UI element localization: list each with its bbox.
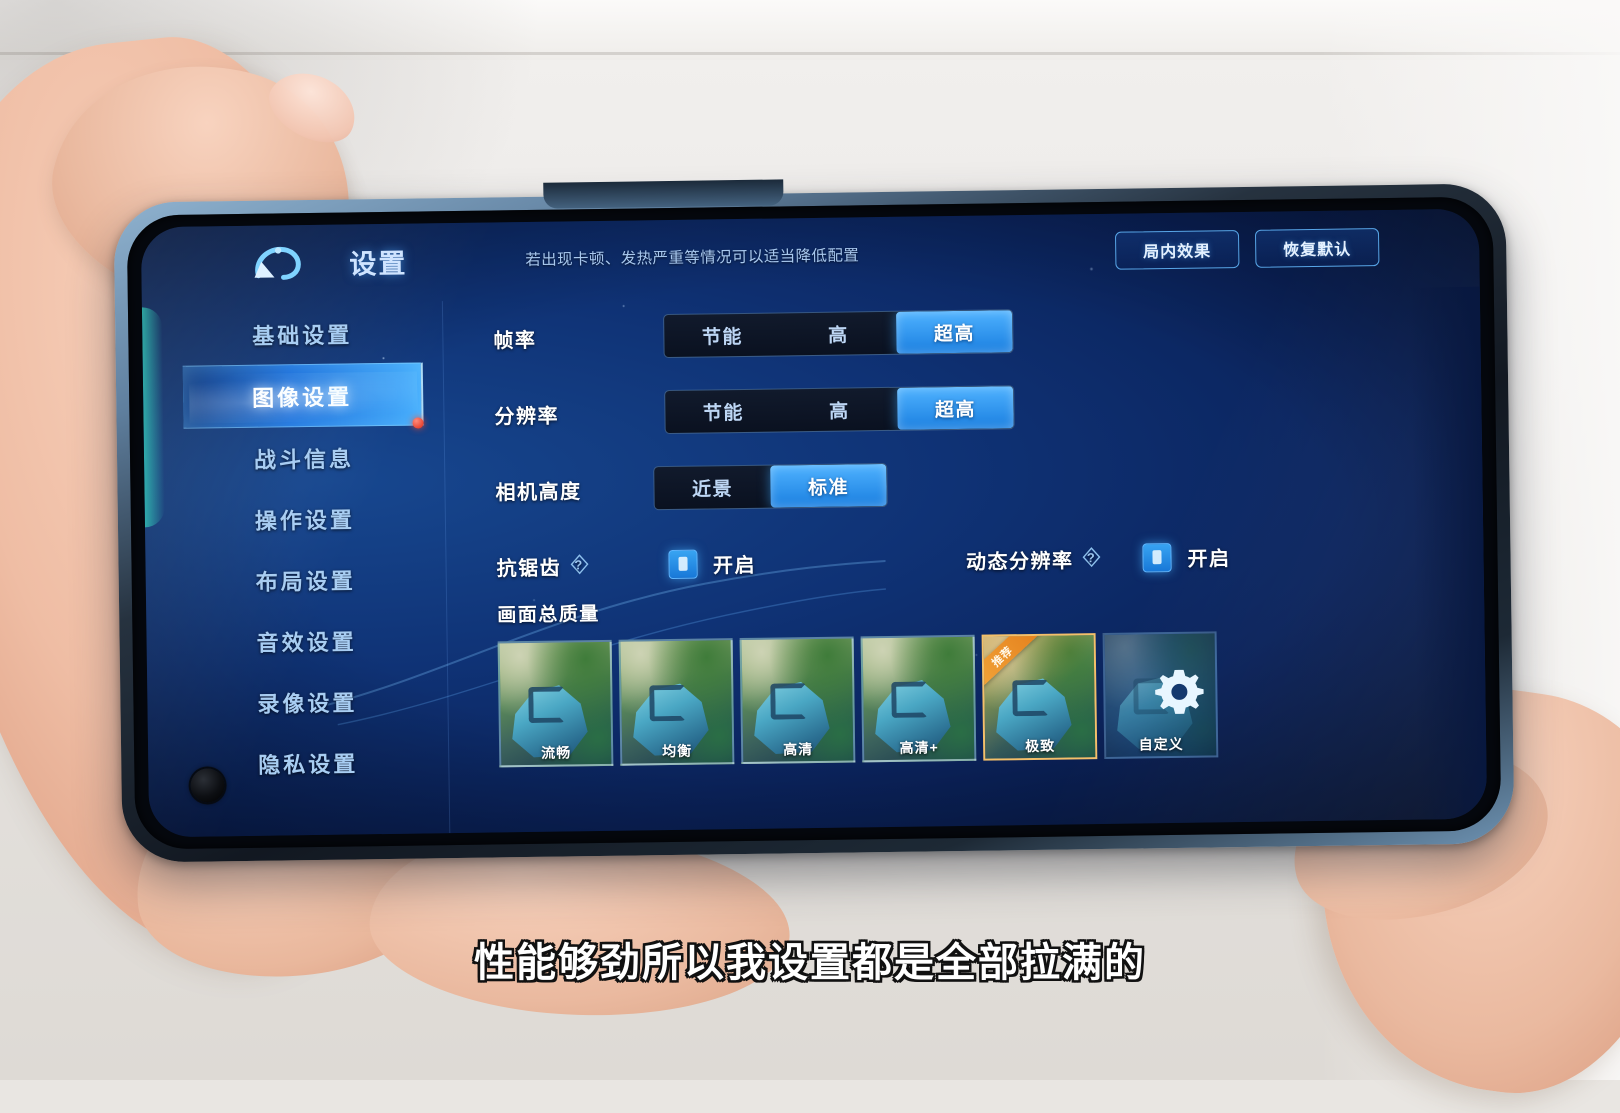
setting-row-resolution: 分辨率 节能 高 超高 <box>444 375 1482 441</box>
sidebar-item-label: 隐私设置 <box>258 750 359 778</box>
sidebar-item-label: 图像设置 <box>252 383 353 411</box>
thumbnail-hero-mark <box>649 684 686 722</box>
header-actions: 局内效果 恢复默认 <box>1114 228 1380 270</box>
video-subtitle: 性能够劲所以我设置都是全部拉满的 <box>474 941 1146 985</box>
settings-header: 设置 若出现卡顿、发热严重等情况可以适当降低配置 局内效果 恢复默认 <box>141 209 1480 302</box>
dynamic-resolution-label-group: 动态分辨率 ? <box>966 543 1103 574</box>
resolution-option-eco[interactable]: 节能 <box>665 389 782 433</box>
settings-content-panel: 帧率 节能 高 超高 分辨率 节能 高 超高 相机高度 近景 标准 抗锯齿 ? … <box>441 286 1488 834</box>
in-game-effects-button[interactable]: 局内效果 <box>1114 230 1240 270</box>
sidebar-item-controls[interactable]: 操作设置 <box>184 486 425 550</box>
thumbnail-hero-mark <box>770 683 807 720</box>
help-glyph: ? <box>1086 549 1097 565</box>
sidebar-item-label: 基础设置 <box>252 321 353 349</box>
setting-row-camera-height: 相机高度 近景 标准 <box>445 451 1483 517</box>
thumbnail-hero-mark <box>1012 679 1049 717</box>
sidebar-item-label: 操作设置 <box>254 506 356 534</box>
camera-height-label: 相机高度 <box>495 480 582 504</box>
phone-bezel: 设置 若出现卡顿、发热严重等情况可以适当降低配置 局内效果 恢复默认 基础设置 … <box>126 196 1502 850</box>
sidebar-item-layout[interactable]: 布局设置 <box>185 547 426 611</box>
sidebar-item-basic[interactable]: 基础设置 <box>182 301 423 365</box>
anti-aliasing-label: 抗锯齿 <box>496 557 562 580</box>
game-settings-ui: 设置 若出现卡顿、发热严重等情况可以适当降低配置 局内效果 恢复默认 基础设置 … <box>141 209 1488 838</box>
dynamic-resolution-label: 动态分辨率 <box>965 549 1074 574</box>
phone-top-connector <box>543 179 784 209</box>
overall-quality-label: 画面总质量 <box>497 604 600 627</box>
anti-aliasing-checkbox-group[interactable]: 开启 <box>667 548 757 579</box>
page-title: 设置 <box>349 248 408 279</box>
sidebar-item-recording[interactable]: 录像设置 <box>187 669 428 733</box>
quality-card-smooth[interactable]: 流畅 <box>497 639 614 768</box>
settings-hint-text: 若出现卡顿、发热严重等情况可以适当降低配置 <box>525 247 860 270</box>
phone-screen[interactable]: 设置 若出现卡顿、发热严重等情况可以适当降低配置 局内效果 恢复默认 基础设置 … <box>140 208 1488 838</box>
setting-row-frame-rate: 帧率 节能 高 超高 <box>443 299 1481 365</box>
sidebar-item-label: 音效设置 <box>256 628 357 656</box>
camera-height-option-standard[interactable]: 标准 <box>770 463 887 508</box>
quality-card-custom[interactable]: 自定义 <box>1102 631 1219 759</box>
quality-card-label: 自定义 <box>1138 735 1184 753</box>
thumbnail-hero-mark <box>891 681 928 718</box>
sidebar-item-battle-info[interactable]: 战斗信息 <box>184 425 425 489</box>
resolution-option-high[interactable]: 高 <box>781 388 898 432</box>
frame-rate-segmented-control[interactable]: 节能 高 超高 <box>663 309 1014 359</box>
sidebar-item-label: 布局设置 <box>255 567 356 595</box>
screen-edge-glow <box>141 307 165 528</box>
quality-card-balanced[interactable]: 均衡 <box>618 638 735 766</box>
dynamic-resolution-state-label: 开启 <box>1187 547 1231 571</box>
gear-icon <box>1155 669 1204 714</box>
anti-aliasing-label-group: 抗锯齿 ? <box>446 551 590 582</box>
quality-card-label: 极致 <box>1025 737 1056 755</box>
back-button[interactable] <box>237 234 316 291</box>
anti-aliasing-checkbox[interactable] <box>667 549 698 579</box>
quality-card-hd[interactable]: 高清 <box>739 636 856 765</box>
resolution-option-ultra[interactable]: 超高 <box>897 386 1014 430</box>
quality-card-hd-plus[interactable]: 高清+ <box>860 634 977 763</box>
dynamic-resolution-checkbox[interactable] <box>1142 542 1172 572</box>
camera-height-segmented-control[interactable]: 近景 标准 <box>653 462 888 511</box>
frame-rate-option-high[interactable]: 高 <box>780 312 897 356</box>
overall-quality-list: 流畅 均衡 高清 高清+ 推荐 极致 自定义 <box>497 286 1488 820</box>
question-mark-icon[interactable]: ? <box>1080 546 1102 568</box>
help-glyph: ? <box>574 556 584 572</box>
quality-card-label: 流畅 <box>541 744 572 761</box>
sidebar-item-graphics[interactable]: 图像设置 <box>182 362 424 429</box>
smartphone-device: 设置 若出现卡顿、发热严重等情况可以适当降低配置 局内效果 恢复默认 基础设置 … <box>113 179 1515 863</box>
quality-card-extreme[interactable]: 推荐 极致 <box>981 633 1098 761</box>
resolution-label: 分辨率 <box>494 405 560 428</box>
sidebar-item-label: 录像设置 <box>257 689 358 717</box>
camera-height-option-close[interactable]: 近景 <box>654 466 771 510</box>
quality-card-label: 高清 <box>783 741 814 758</box>
quality-card-label: 高清+ <box>899 739 939 756</box>
settings-sidebar: 基础设置 图像设置 战斗信息 操作设置 布局设置 音效设置 录像设置 隐私设置 <box>182 301 429 836</box>
sidebar-item-label: 战斗信息 <box>253 445 355 473</box>
frame-rate-option-eco[interactable]: 节能 <box>664 313 781 357</box>
question-mark-icon[interactable]: ? <box>568 553 590 575</box>
back-arrow-icon <box>254 246 301 280</box>
sidebar-item-audio[interactable]: 音效设置 <box>186 608 427 672</box>
frame-rate-option-ultra[interactable]: 超高 <box>896 310 1013 354</box>
quality-card-label: 均衡 <box>662 742 693 760</box>
restore-default-button[interactable]: 恢复默认 <box>1254 228 1380 268</box>
resolution-segmented-control[interactable]: 节能 高 超高 <box>664 385 1015 435</box>
setting-row-toggles: 抗锯齿 ? 开启 动态分辨率 ? 开启 <box>446 527 1484 593</box>
thumbnail-hero-mark <box>528 686 565 724</box>
dynamic-resolution-checkbox-group[interactable]: 开启 <box>1142 542 1231 572</box>
anti-aliasing-state-label: 开启 <box>712 554 757 577</box>
frame-rate-label: 帧率 <box>493 329 537 352</box>
